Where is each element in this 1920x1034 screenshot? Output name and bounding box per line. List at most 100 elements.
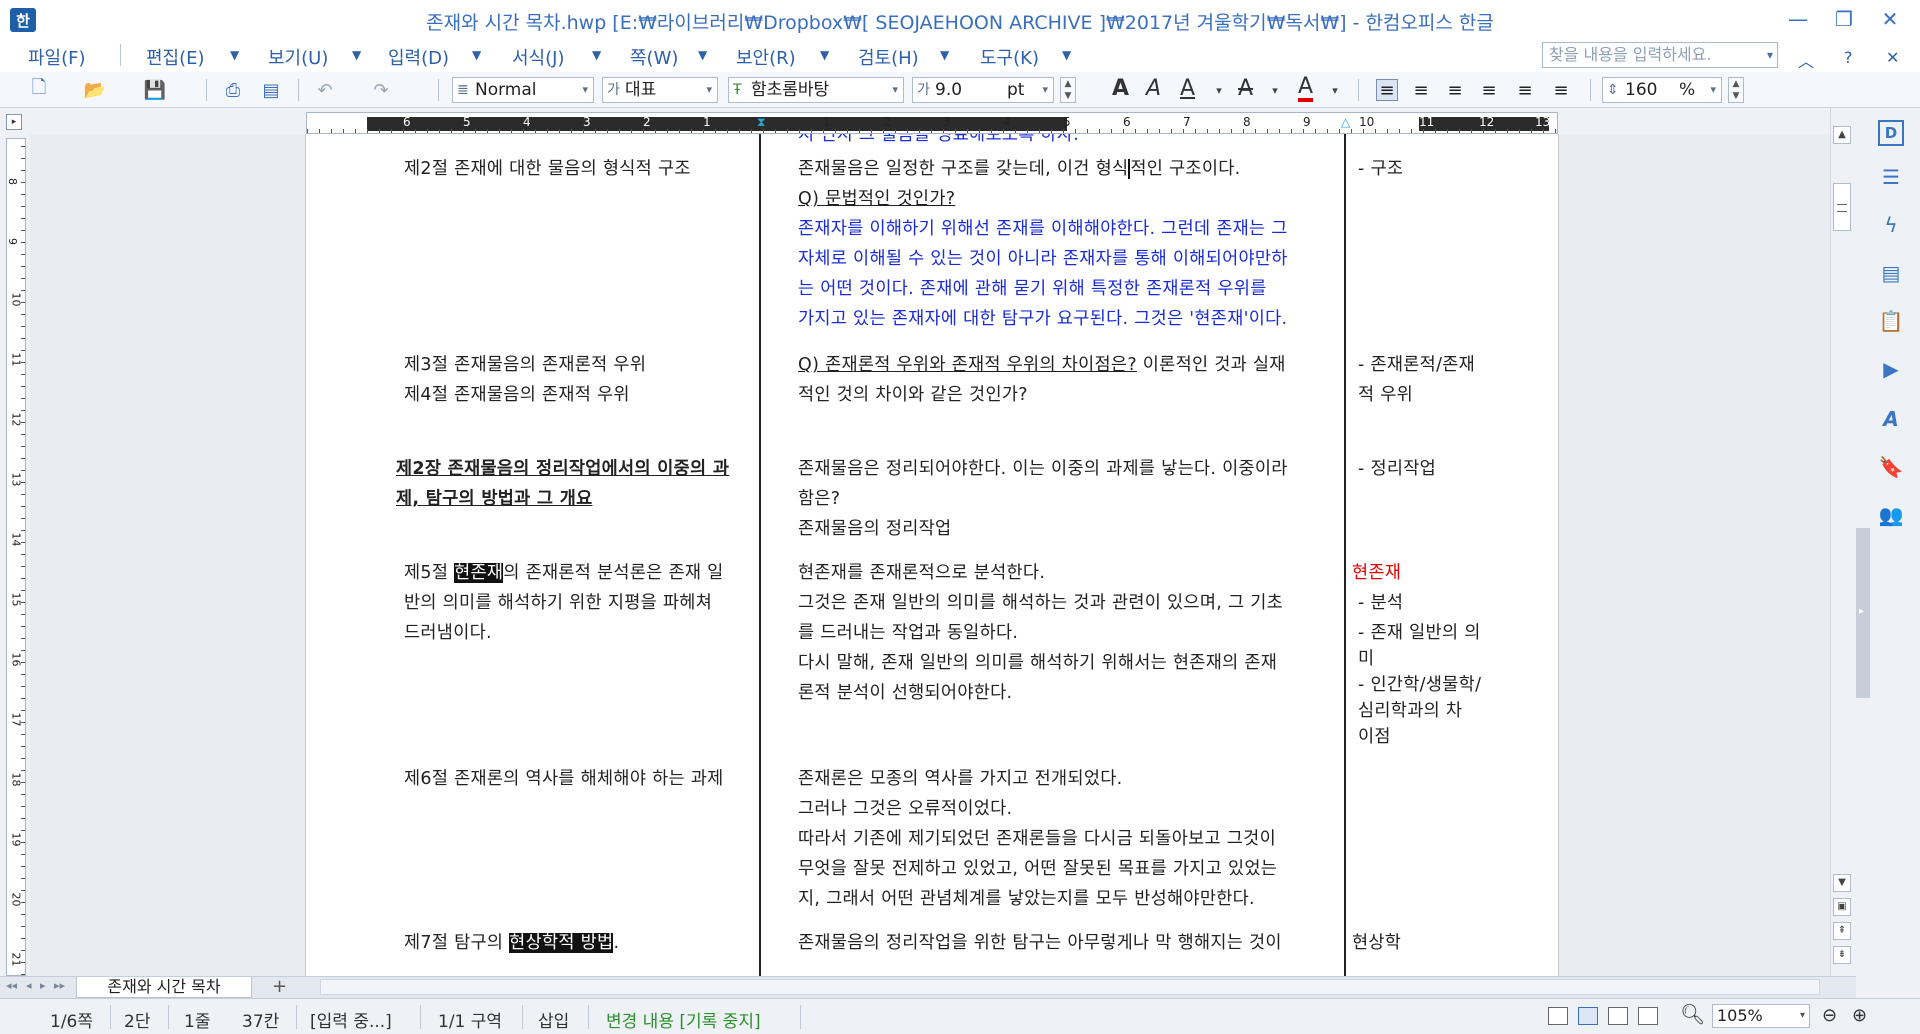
menu-edit-arrow[interactable]: ▼: [230, 48, 239, 62]
chevron-down-icon[interactable]: ▾: [1800, 1005, 1805, 1027]
text-style-icon[interactable]: A: [1878, 406, 1904, 432]
previous-page-button[interactable]: ⇞: [1833, 922, 1851, 940]
menu-security[interactable]: 보안(R): [736, 44, 796, 70]
align-split-icon[interactable]: ≡: [1550, 79, 1572, 101]
scroll-down-button[interactable]: ▼: [1833, 874, 1851, 892]
next-page-button[interactable]: ⇟: [1833, 946, 1851, 964]
redo-icon[interactable]: ↷: [370, 79, 392, 101]
document-panel-icon[interactable]: D: [1878, 120, 1904, 146]
outline-list-icon[interactable]: ☰: [1878, 164, 1904, 190]
undo-icon[interactable]: ↶: [314, 79, 336, 101]
bold-button[interactable]: A: [1112, 76, 1129, 101]
ruler-toggle-button[interactable]: ▸: [6, 114, 22, 130]
chevron-down-icon[interactable]: ▾: [1264, 79, 1286, 101]
chevron-down-icon[interactable]: ▾: [582, 78, 588, 102]
view-outline-icon[interactable]: [1608, 1007, 1628, 1025]
view-page-layout-icon[interactable]: [1578, 1007, 1598, 1025]
right-indent-marker-icon[interactable]: △: [1341, 115, 1350, 129]
menu-format-arrow[interactable]: ▼: [592, 48, 601, 62]
find-input[interactable]: 찾을 내용을 입력하세요. ▾: [1542, 42, 1778, 68]
tab-document[interactable]: 존재와 시간 목차: [76, 977, 252, 998]
close-button[interactable]: ✕: [1872, 4, 1908, 34]
vertical-ruler[interactable]: 8 9 10 11 12 13 14 15 16 17 18 19 20 21: [6, 138, 26, 976]
chevron-down-icon[interactable]: ▾: [892, 78, 898, 102]
font-select[interactable]: Ŧ 함초롬바탕 ▾: [728, 77, 904, 103]
ribbon-collapse-icon[interactable]: ︿: [1798, 48, 1814, 72]
open-file-icon[interactable]: 📂: [84, 79, 106, 101]
chevron-down-icon[interactable]: ▾: [1710, 78, 1716, 102]
chevron-down-icon[interactable]: ▾: [1208, 79, 1230, 101]
last-tab-icon[interactable]: ▸▸: [54, 979, 65, 992]
play-icon[interactable]: ▶: [1878, 356, 1904, 382]
style-select[interactable]: ≣ Normal ▾: [452, 77, 594, 103]
prev-tab-icon[interactable]: ◂: [26, 979, 32, 992]
menu-insert-arrow[interactable]: ▼: [472, 48, 481, 62]
document-notes-icon[interactable]: ▤: [1878, 260, 1904, 286]
indent-marker-icon[interactable]: ⧗: [757, 115, 765, 130]
status-insert-mode[interactable]: 삽입: [538, 1007, 569, 1032]
vertical-scrollbar[interactable]: ▲ ▼ ▣ ⇞ ⇟: [1830, 108, 1852, 976]
next-tab-icon[interactable]: ▸: [40, 979, 46, 992]
collaboration-icon[interactable]: 👥: [1878, 502, 1904, 528]
help-icon[interactable]: ?: [1844, 48, 1853, 67]
first-tab-icon[interactable]: ◂◂: [6, 979, 17, 992]
save-icon[interactable]: 💾: [144, 79, 166, 101]
print-icon[interactable]: ⎙: [222, 79, 244, 101]
menu-tools-arrow[interactable]: ▼: [1062, 48, 1071, 62]
minimize-button[interactable]: —: [1780, 4, 1816, 34]
document-canvas[interactable]: 지 인지 그 물음을 명료해보도록 하자. 제2절 존재에 대한 물음의 형식적…: [30, 134, 1830, 976]
align-center-icon[interactable]: ≡: [1444, 79, 1466, 101]
align-justify-icon[interactable]: ≡: [1376, 79, 1398, 101]
menu-format[interactable]: 서식(J): [512, 44, 564, 70]
italic-button[interactable]: A: [1146, 76, 1161, 101]
horizontal-scrollbar[interactable]: [320, 979, 1820, 995]
status-track-changes[interactable]: 변경 내용 [기록 중지]: [606, 1007, 761, 1032]
language-select[interactable]: 가 대표 ▾: [602, 77, 718, 103]
add-tab-button[interactable]: +: [272, 977, 287, 997]
horizontal-ruler[interactable]: 7 6 5 4 3 2 1 ⧗ 1 2 3 4 5 6 7 8 9 △ 10 1…: [306, 112, 1558, 134]
menu-page[interactable]: 쪽(W): [630, 44, 678, 70]
menu-insert[interactable]: 입력(D): [388, 44, 449, 70]
browse-object-button[interactable]: ▣: [1833, 898, 1851, 916]
quick-action-icon[interactable]: ϟ: [1878, 212, 1904, 238]
zoom-out-icon[interactable]: ⊖: [1822, 1005, 1837, 1026]
zoom-in-icon[interactable]: ⊕: [1852, 1005, 1867, 1026]
menu-tools[interactable]: 도구(K): [980, 44, 1039, 70]
font-size-input[interactable]: 가 9.0 pt ▾: [912, 77, 1054, 103]
view-full-page-icon[interactable]: [1548, 1007, 1568, 1025]
zoom-select[interactable]: 105% ▾: [1712, 1004, 1810, 1028]
align-right-icon[interactable]: ≡: [1478, 79, 1500, 101]
align-distribute-icon[interactable]: ≡: [1514, 79, 1536, 101]
text-color-button[interactable]: A: [1298, 76, 1314, 102]
menu-view[interactable]: 보기(U): [268, 44, 328, 70]
underline-button[interactable]: A: [1180, 76, 1195, 101]
find-dropdown-icon[interactable]: ▾: [1767, 43, 1773, 67]
doc-close-icon[interactable]: ✕: [1886, 48, 1899, 67]
status-page[interactable]: 1/6쪽: [50, 1007, 93, 1032]
menu-page-arrow[interactable]: ▼: [698, 48, 707, 62]
menu-edit[interactable]: 편집(E): [146, 44, 205, 70]
line-spacing-input[interactable]: ⇕ 160 % ▾: [1602, 77, 1722, 103]
menu-view-arrow[interactable]: ▼: [352, 48, 361, 62]
line-spacing-stepper[interactable]: ▲ ▼: [1728, 77, 1744, 103]
panel-expand-handle[interactable]: ▸: [1856, 528, 1870, 698]
document-page[interactable]: 지 인지 그 물음을 명료해보도록 하자. 제2절 존재에 대한 물음의 형식적…: [305, 134, 1559, 976]
align-left-icon[interactable]: ≡: [1410, 79, 1432, 101]
chevron-down-icon[interactable]: ▾: [706, 78, 712, 102]
restore-button[interactable]: ❐: [1826, 4, 1862, 34]
menu-review[interactable]: 검토(H): [858, 44, 919, 70]
menu-security-arrow[interactable]: ▼: [820, 48, 829, 62]
bookmark-icon[interactable]: 🔖: [1878, 454, 1904, 480]
view-draft-icon[interactable]: [1638, 1007, 1658, 1025]
scroll-up-button[interactable]: ▲: [1833, 126, 1851, 144]
scrollbar-thumb[interactable]: [1833, 183, 1851, 231]
print-preview-icon[interactable]: ▤: [260, 79, 282, 101]
zoom-icon[interactable]: 🔍︎: [1680, 1002, 1705, 1026]
chevron-down-icon[interactable]: ▾: [1042, 78, 1048, 102]
new-document-icon[interactable]: 🗋: [28, 77, 50, 101]
strikethrough-button[interactable]: A: [1238, 76, 1253, 101]
font-size-stepper[interactable]: ▲ ▼: [1060, 77, 1076, 103]
clipboard-icon[interactable]: 📋: [1878, 308, 1904, 334]
menu-file[interactable]: 파일(F): [28, 44, 86, 70]
menu-review-arrow[interactable]: ▼: [940, 48, 949, 62]
